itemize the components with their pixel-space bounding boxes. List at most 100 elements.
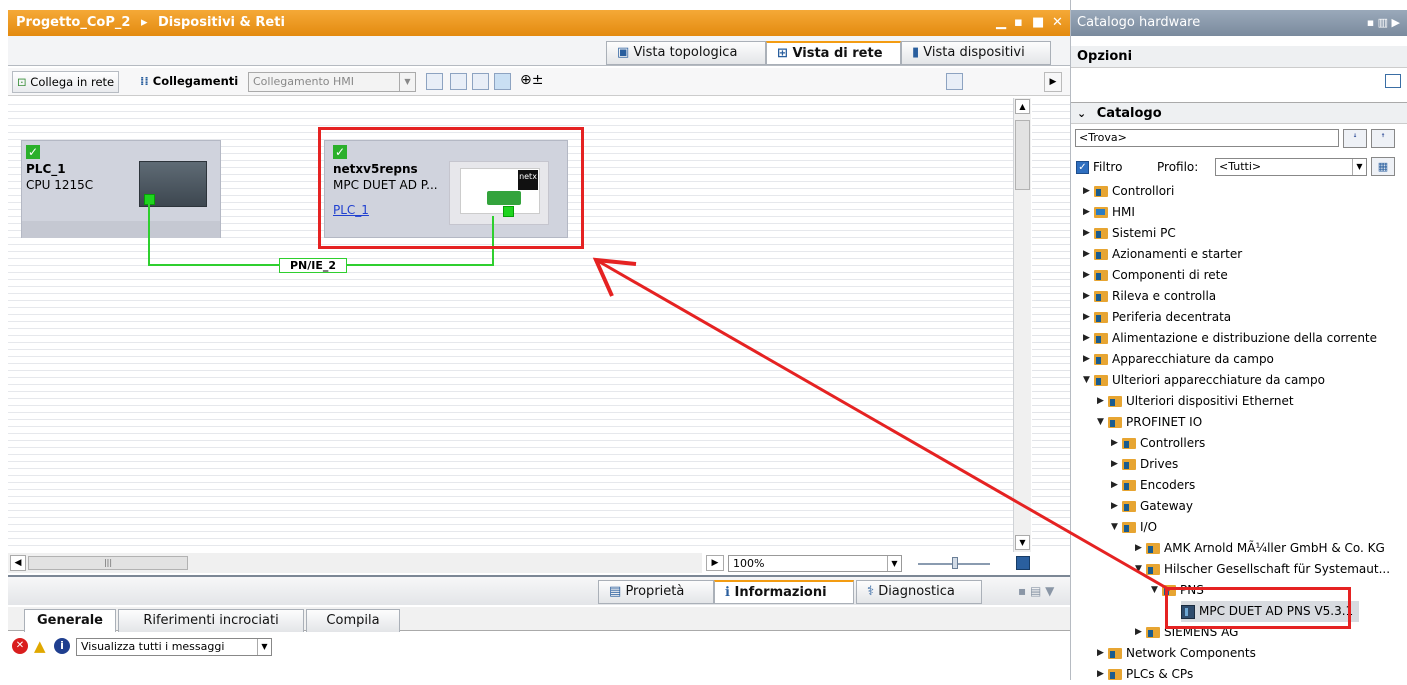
folder-icon bbox=[1094, 249, 1108, 260]
tab-proprieta[interactable]: ▤ Proprietà bbox=[598, 580, 714, 604]
catalog-tree-item[interactable]: ▶ Network Components bbox=[1097, 643, 1256, 664]
collapsed-arrow-icon[interactable]: ▶ bbox=[1097, 643, 1106, 664]
maximize-icon[interactable]: ■ bbox=[1032, 10, 1044, 36]
tab-informazioni[interactable]: ℹ Informazioni bbox=[714, 580, 854, 604]
expanded-arrow-icon[interactable]: ▼ bbox=[1111, 517, 1120, 538]
catalog-search-input[interactable]: <Trova> bbox=[1075, 129, 1339, 147]
collapsed-arrow-icon[interactable]: ▶ bbox=[1111, 496, 1120, 517]
minimize-icon[interactable]: ▁ bbox=[996, 10, 1006, 36]
scroll-down-icon[interactable]: ▼ bbox=[1015, 535, 1030, 550]
breadcrumb-page[interactable]: Dispositivi & Reti bbox=[158, 15, 285, 30]
collegamenti-button[interactable]: ⁞⁞ Collegamenti bbox=[136, 71, 242, 93]
catalog-tree-item[interactable]: ▼ Hilscher Gesellschaft für Systemaut... bbox=[1135, 559, 1390, 580]
catalog-tree-item[interactable]: ▶ Rileva e controlla bbox=[1083, 286, 1216, 307]
network-overview-icon[interactable] bbox=[450, 73, 467, 90]
scroll-thumb[interactable] bbox=[1015, 120, 1030, 190]
scroll-up-icon[interactable]: ▲ bbox=[1015, 99, 1030, 114]
catalog-tree-item[interactable]: ▼ I/O bbox=[1111, 517, 1157, 538]
collapsed-arrow-icon[interactable]: ▶ bbox=[1111, 475, 1120, 496]
search-value: <Trova> bbox=[1079, 131, 1127, 144]
tab-diagnostica[interactable]: ⚕ Diagnostica bbox=[856, 580, 982, 604]
catalog-tree-item[interactable]: ▼ Ulteriori apparecchiature da campo bbox=[1083, 370, 1325, 391]
table-view-icon[interactable] bbox=[494, 73, 511, 90]
catalog-tree-item[interactable]: ▶ Periferia decentrata bbox=[1083, 307, 1231, 328]
canvas-horizontal-scrollbar[interactable]: ◀ ||| bbox=[8, 553, 702, 573]
connection-type-select[interactable]: Collegamento HMI ▼ bbox=[248, 72, 416, 92]
tab-vista-topologica[interactable]: ▣ Vista topologica bbox=[606, 41, 766, 65]
catalog-tree-item[interactable]: ▶ Controllori bbox=[1083, 181, 1174, 202]
expand-panel-icon[interactable]: ▶ bbox=[1044, 72, 1062, 92]
tab-vista-dispositivi[interactable]: ▮ Vista dispositivi bbox=[901, 41, 1051, 65]
collapsed-arrow-icon[interactable]: ▶ bbox=[1083, 265, 1092, 286]
collapsed-arrow-icon[interactable]: ▶ bbox=[1111, 433, 1120, 454]
message-filter-select[interactable]: Visualizza tutti i messaggi ▼ bbox=[76, 638, 272, 656]
collega-in-rete-button[interactable]: ⊡ Collega in rete bbox=[12, 71, 120, 93]
subtab-generale[interactable]: Generale bbox=[24, 609, 116, 633]
zoom-icon[interactable]: ⊕± bbox=[520, 72, 543, 88]
collapsed-arrow-icon[interactable]: ▶ bbox=[1111, 454, 1120, 475]
catalog-tree-item[interactable]: ▶ AMK Arnold MÃ¼ller GmbH & Co. KG bbox=[1135, 538, 1385, 559]
collapsed-arrow-icon[interactable]: ▶ bbox=[1135, 622, 1144, 643]
warning-filter-icon[interactable]: ▲ bbox=[34, 638, 46, 654]
search-down-icon[interactable]: ꜜ bbox=[1343, 129, 1367, 148]
canvas-vertical-scrollbar[interactable]: ▲ ▼ bbox=[1013, 98, 1031, 552]
grid-icon[interactable] bbox=[472, 73, 489, 90]
zoom-slider-thumb[interactable] bbox=[952, 557, 958, 569]
expanded-arrow-icon[interactable]: ▼ bbox=[1083, 370, 1092, 391]
catalog-tree-item[interactable]: ▶ Encoders bbox=[1111, 475, 1195, 496]
collapsed-arrow-icon[interactable]: ▶ bbox=[1097, 391, 1106, 412]
catalog-tree-item[interactable]: ▶ Controllers bbox=[1111, 433, 1205, 454]
collapsed-arrow-icon[interactable]: ▶ bbox=[1083, 307, 1092, 328]
collapsed-arrow-icon[interactable]: ▶ bbox=[1083, 286, 1092, 307]
network-label[interactable]: PN/IE_2 bbox=[279, 258, 347, 273]
profile-select[interactable]: <Tutti> ▼ bbox=[1215, 158, 1367, 176]
collapsed-arrow-icon[interactable]: ▶ bbox=[1083, 328, 1092, 349]
catalog-tree-item[interactable]: ▶ Apparecchiature da campo bbox=[1083, 349, 1274, 370]
collapsed-arrow-icon[interactable]: ▶ bbox=[1083, 223, 1092, 244]
scroll-thumb[interactable]: ||| bbox=[28, 556, 188, 570]
overview-panel-icon[interactable] bbox=[946, 73, 963, 90]
name-tag-icon[interactable] bbox=[426, 73, 443, 90]
collapsed-arrow-icon[interactable]: ▶ bbox=[1135, 538, 1144, 559]
catalog-tree-item[interactable]: ▶ Sistemi PC bbox=[1083, 223, 1176, 244]
zoom-select[interactable]: 100% ▼ bbox=[728, 555, 902, 572]
catalog-tree-item[interactable]: ▼ PROFINET IO bbox=[1097, 412, 1202, 433]
collapsed-arrow-icon[interactable]: ▶ bbox=[1083, 181, 1092, 202]
catalog-tree-item[interactable]: ▶ Ulteriori dispositivi Ethernet bbox=[1097, 391, 1294, 412]
panel-controls-icon[interactable]: ▪ ▤ ▼ bbox=[1018, 584, 1054, 598]
scroll-right-icon[interactable]: ▶ bbox=[706, 555, 724, 571]
folder-icon bbox=[1094, 354, 1108, 365]
collapsed-arrow-icon[interactable]: ▶ bbox=[1083, 349, 1092, 370]
catalog-tree-item[interactable]: ▶ Componenti di rete bbox=[1083, 265, 1228, 286]
search-up-icon[interactable]: ꜛ bbox=[1371, 129, 1395, 148]
info-filter-icon[interactable]: i bbox=[54, 638, 70, 654]
navigator-icon[interactable] bbox=[1016, 556, 1030, 570]
restore-icon[interactable]: ▪ bbox=[1014, 10, 1023, 36]
expanded-arrow-icon[interactable]: ▼ bbox=[1135, 559, 1144, 580]
expanded-arrow-icon[interactable]: ▼ bbox=[1097, 412, 1106, 433]
catalog-tree-item[interactable]: ▶ Alimentazione e distribuzione della cor… bbox=[1083, 328, 1377, 349]
collapsed-arrow-icon[interactable]: ▶ bbox=[1083, 244, 1092, 265]
subtab-riferimenti-incrociati[interactable]: Riferimenti incrociati bbox=[118, 609, 304, 633]
catalog-info-icon[interactable]: ▦ bbox=[1371, 157, 1395, 176]
catalog-tree-item[interactable]: ▶ Azionamenti e starter bbox=[1083, 244, 1242, 265]
catalog-section-header[interactable]: ⌄ Catalogo bbox=[1071, 102, 1407, 124]
options-panel-icon[interactable] bbox=[1385, 74, 1401, 88]
catalog-tree-item[interactable]: ▶ PLCs & CPs bbox=[1097, 664, 1193, 685]
collapsed-arrow-icon[interactable]: ▶ bbox=[1083, 202, 1092, 223]
panel-controls-icon[interactable]: ▪ ▥ ▶ bbox=[1367, 10, 1400, 36]
expanded-arrow-icon[interactable]: ▼ bbox=[1151, 580, 1160, 601]
scroll-left-icon[interactable]: ◀ bbox=[10, 555, 26, 571]
close-icon[interactable]: ✕ bbox=[1052, 10, 1063, 36]
catalog-tree-item[interactable]: ▶ Gateway bbox=[1111, 496, 1193, 517]
zoom-slider[interactable] bbox=[918, 557, 990, 569]
subtab-compila[interactable]: Compila bbox=[306, 609, 400, 633]
catalog-tree-item[interactable]: ▶ Drives bbox=[1111, 454, 1178, 475]
catalog-tree-item[interactable]: ▶ HMI bbox=[1083, 202, 1135, 223]
tab-vista-di-rete[interactable]: ⊞ Vista di rete bbox=[766, 41, 901, 65]
error-filter-icon[interactable]: ✕ bbox=[12, 638, 28, 654]
collapsed-arrow-icon[interactable]: ▶ bbox=[1097, 664, 1106, 685]
options-header[interactable]: Opzioni bbox=[1071, 46, 1407, 68]
breadcrumb-project[interactable]: Progetto_CoP_2 bbox=[16, 15, 130, 30]
filter-checkbox[interactable]: ✓ bbox=[1076, 161, 1089, 174]
